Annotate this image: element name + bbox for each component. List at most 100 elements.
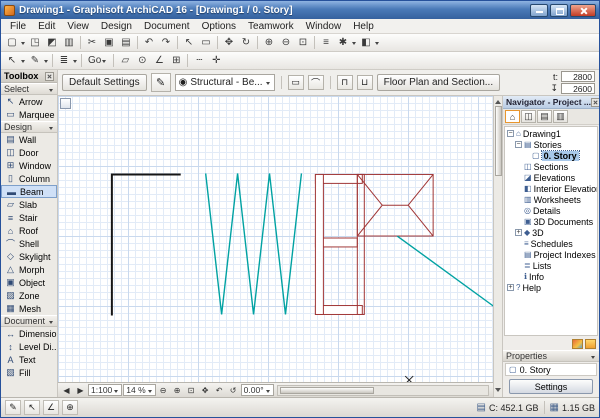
pen-set-dropdown-icon[interactable] — [44, 60, 48, 65]
previous-zoom-icon[interactable]: ↶ — [213, 384, 226, 397]
tree-item-interior-elevations[interactable]: ◧Interior Elevations — [505, 183, 597, 194]
zoom-out-icon[interactable]: ⊖ — [278, 35, 294, 50]
toolbox-section-design[interactable]: Design — [1, 121, 57, 133]
save-icon[interactable]: ◩ — [44, 35, 60, 50]
zoom-out-icon[interactable]: ⊖ — [157, 384, 170, 397]
marquee-icon[interactable]: ▭ — [198, 35, 214, 50]
options-dropdown-icon[interactable] — [352, 42, 356, 47]
reference-bottom-icon[interactable]: ⊔ — [356, 75, 373, 90]
scroll-up-icon[interactable] — [495, 97, 501, 104]
tree-item-project-indexes[interactable]: ▤ Project Indexes — [505, 249, 597, 260]
cut-icon[interactable]: ✂ — [84, 35, 100, 50]
snap-points-icon[interactable]: ⊙ — [134, 53, 150, 68]
reference-top-icon[interactable]: ⊓ — [336, 75, 353, 90]
paste-icon[interactable]: ▤ — [118, 35, 134, 50]
tool-slab[interactable]: ▱ Slab — [1, 198, 57, 211]
tool-column[interactable]: ▯ Column — [1, 172, 57, 185]
fit-icon[interactable]: ⊡ — [185, 384, 198, 397]
tool-shell[interactable]: ⌒ Shell — [1, 237, 57, 250]
default-settings-button[interactable]: Default Settings — [62, 74, 147, 91]
menu-edit[interactable]: Edit — [32, 19, 61, 33]
tool-door[interactable]: ◫ Door — [1, 146, 57, 159]
titlebar[interactable]: Drawing1 - Graphisoft ArchiCAD 16 - [Dra… — [1, 1, 599, 19]
tool-text[interactable]: A Text — [1, 353, 57, 366]
menu-help[interactable]: Help — [347, 19, 380, 33]
tree-item-elevations[interactable]: ◪ Elevations — [505, 172, 597, 183]
scrollbar-thumb[interactable] — [494, 106, 502, 176]
floor-plan-section-button[interactable]: Floor Plan and Section... — [376, 74, 501, 91]
guide-lines-icon[interactable]: ∠ — [151, 53, 167, 68]
zoom-in-icon[interactable]: ⊕ — [171, 384, 184, 397]
tab-view-map[interactable]: ◫ — [521, 110, 536, 123]
tool-dimension[interactable]: ↔ Dimension — [1, 327, 57, 340]
forward-icon[interactable]: ▶ — [74, 384, 87, 397]
tree-item-3d-documents[interactable]: ▣ 3D Documents — [505, 216, 597, 227]
layers-icon[interactable]: ≡ — [318, 35, 334, 50]
tool-morph[interactable]: △ Morph — [1, 263, 57, 276]
rotate-icon[interactable]: ↻ — [238, 35, 254, 50]
pet-palette-button[interactable] — [60, 98, 71, 109]
tree-item-worksheets[interactable]: ▥ Worksheets — [505, 194, 597, 205]
angle-status-icon[interactable]: ∠ — [43, 400, 59, 415]
menu-file[interactable]: File — [4, 19, 32, 33]
tool-zone[interactable]: ▨ Zone — [1, 289, 57, 302]
3d-dropdown-icon[interactable] — [375, 42, 379, 47]
tool-skylight[interactable]: ◇ Skylight — [1, 250, 57, 263]
toolbox-section-select[interactable]: Select — [1, 83, 57, 95]
tool-wall[interactable]: ▤ Wall — [1, 133, 57, 146]
horizontal-scrollbar[interactable] — [276, 384, 489, 396]
palette-options-icon[interactable] — [585, 338, 596, 349]
close-icon[interactable] — [591, 97, 599, 107]
collapse-icon[interactable]: − — [507, 130, 514, 137]
layer-dropdown-icon[interactable] — [73, 60, 77, 65]
tree-item-stories[interactable]: − ▤ Stories — [505, 139, 597, 150]
fit-in-window-icon[interactable]: ⊡ — [295, 35, 311, 50]
pen-set-icon[interactable]: ✎ — [27, 53, 43, 68]
menu-document[interactable]: Document — [138, 19, 196, 33]
tab-project-map[interactable]: ⌂ — [505, 110, 520, 123]
menu-view[interactable]: View — [61, 19, 95, 33]
drawing-svg[interactable] — [58, 96, 493, 382]
tree-item-schedules[interactable]: ≡ Schedules — [505, 238, 597, 249]
coordinates-icon[interactable]: ✛ — [208, 53, 224, 68]
tool-arrow[interactable]: ↖ Arrow — [1, 95, 57, 108]
tab-layout-book[interactable]: ▤ — [537, 110, 552, 123]
tool-mesh[interactable]: ▦ Mesh — [1, 302, 57, 315]
maximize-button[interactable] — [550, 3, 568, 17]
menu-design[interactable]: Design — [95, 19, 138, 33]
move-icon[interactable]: ✥ — [221, 35, 237, 50]
beam-curved-icon[interactable]: ⌒ — [307, 75, 324, 90]
expand-icon[interactable]: + — [507, 284, 514, 291]
rotate-view-icon[interactable]: ↺ — [227, 384, 240, 397]
navigator-header[interactable]: Navigator - Project ... — [503, 96, 599, 109]
orientation-combo[interactable]: 0.00° — [240, 384, 274, 396]
go-button[interactable]: Go — [85, 55, 110, 66]
toolbox-header[interactable]: Toolbox — [1, 70, 57, 83]
select-mode-dropdown-icon[interactable] — [21, 60, 25, 65]
tool-window[interactable]: ⊞ Window — [1, 159, 57, 172]
collapse-icon[interactable]: − — [515, 141, 522, 148]
back-icon[interactable]: ◀ — [60, 384, 73, 397]
zoom-combo[interactable]: 14 % — [123, 384, 156, 396]
close-icon[interactable] — [45, 71, 54, 81]
tab-publisher[interactable]: ▥ — [553, 110, 568, 123]
menu-options[interactable]: Options — [196, 19, 242, 33]
select-mode-icon[interactable]: ↖ — [4, 53, 20, 68]
tree-item-drawing1[interactable]: − ⌂ Drawing1 — [505, 128, 597, 139]
tree-item-3d[interactable]: + ◆ 3D — [505, 227, 597, 238]
tree-item-help[interactable]: +? Help — [505, 282, 597, 293]
expand-icon[interactable]: + — [515, 229, 522, 236]
properties-header[interactable]: Properties — [503, 350, 599, 362]
tree-item-0-story[interactable]: ▢ 0. Story — [505, 150, 597, 161]
tool-stair[interactable]: ≡ Stair — [1, 211, 57, 224]
palette-dock-icon[interactable] — [572, 338, 583, 349]
pan-icon[interactable]: ✥ — [199, 384, 212, 397]
zoom-in-icon[interactable]: ⊕ — [261, 35, 277, 50]
options-icon[interactable]: ✱ — [335, 35, 351, 50]
new-icon[interactable]: ▢ — [4, 35, 20, 50]
close-button[interactable] — [570, 3, 596, 17]
beam-tool-icon[interactable]: ✎ — [150, 73, 171, 92]
grid-snap-icon[interactable]: ⊞ — [168, 53, 184, 68]
undo-icon[interactable]: ↶ — [141, 35, 157, 50]
tool-marquee[interactable]: ▭ Marquee — [1, 108, 57, 121]
